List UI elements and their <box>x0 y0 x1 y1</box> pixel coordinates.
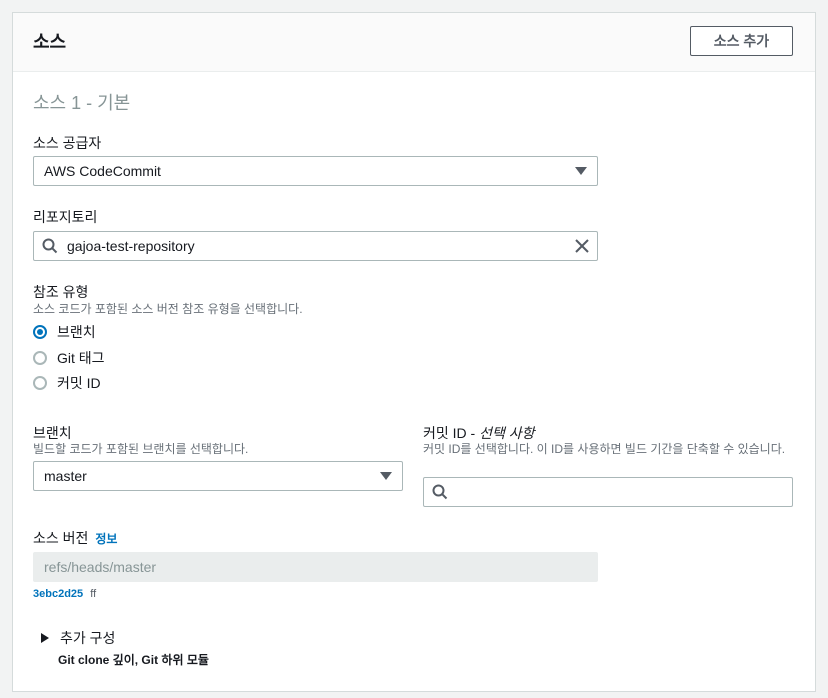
additional-config-subtitle: Git clone 깊이, Git 하위 모듈 <box>58 653 209 667</box>
commit-description: 커밋 ID를 선택합니다. 이 ID를 사용하면 빌드 기간을 단축할 수 있습… <box>423 442 786 456</box>
dropdown-caret-icon <box>575 167 587 175</box>
source-version-label: 소스 버전 정보 <box>33 528 117 548</box>
radio-label: 커밋 ID <box>57 375 101 391</box>
dropdown-caret-icon <box>380 472 392 480</box>
additional-config-title: 추가 구성 <box>60 630 116 646</box>
panel-header: 소스 소스 추가 <box>13 13 815 72</box>
provider-label: 소스 공급자 <box>33 135 102 151</box>
repository-label: 리포지토리 <box>33 209 98 225</box>
commit-label-optional: 선택 사항 <box>479 425 535 441</box>
radio-commit-id[interactable]: 커밋 ID <box>33 373 101 393</box>
branch-value: master <box>44 468 87 484</box>
branch-label: 브랜치 <box>33 425 72 441</box>
section-title: 소스 1 - 기본 <box>33 93 131 113</box>
search-icon <box>42 238 58 254</box>
source-version-label-text: 소스 버전 <box>33 530 89 546</box>
repository-search-input[interactable]: gajoa-test-repository <box>33 231 598 261</box>
radio-button[interactable] <box>33 325 47 339</box>
search-icon <box>432 484 448 500</box>
additional-config-toggle[interactable]: 추가 구성 <box>40 628 115 648</box>
branch-description: 빌드할 코드가 포함된 브랜치를 선택합니다. <box>33 442 249 456</box>
add-source-button[interactable]: 소스 추가 <box>690 26 793 56</box>
commit-label: 커밋 ID - 선택 사항 <box>423 423 535 443</box>
ref-type-label: 참조 유형 <box>33 284 89 300</box>
panel-title: 소스 <box>33 32 67 52</box>
provider-select[interactable]: AWS CodeCommit <box>33 156 598 186</box>
branch-select[interactable]: master <box>33 461 403 491</box>
radio-branch[interactable]: 브랜치 <box>33 322 96 342</box>
repository-value: gajoa-test-repository <box>67 238 195 254</box>
source-version-value: refs/heads/master <box>44 559 157 575</box>
ref-type-description: 소스 코드가 포함된 소스 버전 참조 유형을 선택합니다. <box>33 302 303 316</box>
provider-value: AWS CodeCommit <box>44 163 161 179</box>
radio-label: Git 태그 <box>57 350 105 366</box>
radio-button[interactable] <box>33 351 47 365</box>
radio-label: 브랜치 <box>57 324 96 340</box>
commit-label-text: 커밋 ID - <box>423 425 480 441</box>
caret-right-icon <box>41 633 49 643</box>
commit-hash-link[interactable]: 3ebc2d25 <box>33 588 83 600</box>
radio-button[interactable] <box>33 376 47 390</box>
info-link[interactable]: 정보 <box>95 532 117 546</box>
clear-icon[interactable] <box>575 239 589 253</box>
source-version-input: refs/heads/master <box>33 552 598 582</box>
radio-git-tag[interactable]: Git 태그 <box>33 348 105 368</box>
source-panel: 소스 소스 추가 소스 1 - 기본 소스 공급자 AWS CodeCommit… <box>12 12 816 692</box>
commit-search-input[interactable] <box>423 477 793 507</box>
commit-hash-row: 3ebc2d25 ff <box>33 588 96 600</box>
commit-hash-suffix: ff <box>90 588 97 600</box>
